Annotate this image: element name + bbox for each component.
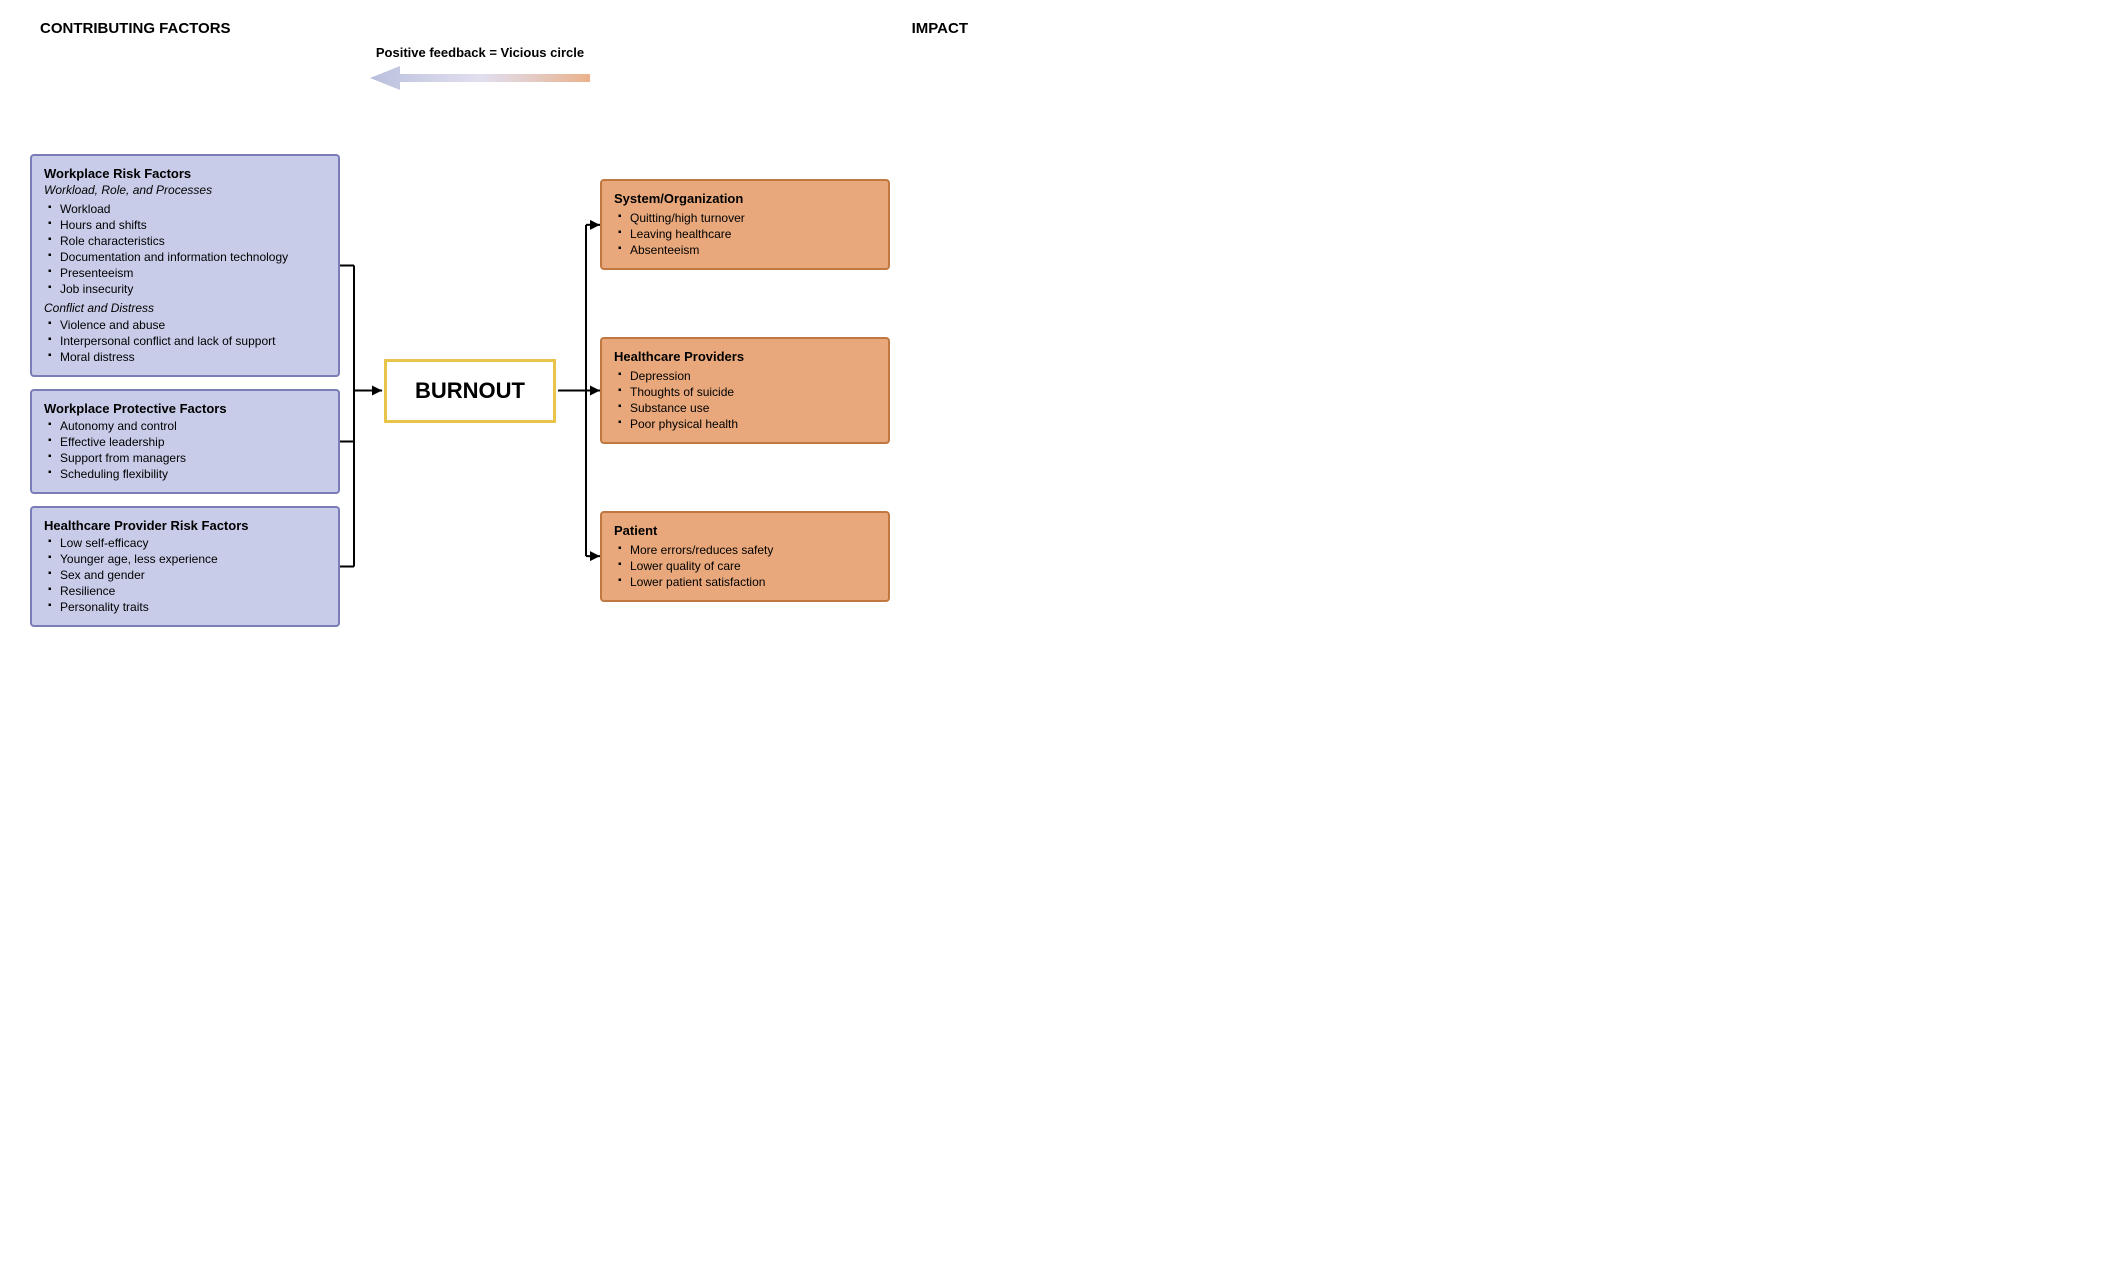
right-column: System/Organization Quitting/high turnov… [600,154,890,627]
workplace-risk-list2: Violence and abuse Interpersonal conflic… [44,317,326,365]
list-item: Moral distress [48,349,326,365]
workplace-risk-box: Workplace Risk Factors Workload, Role, a… [30,154,340,377]
workplace-risk-list1: Workload Hours and shifts Role character… [44,201,326,297]
list-item: Lower quality of care [618,558,876,574]
list-item: Poor physical health [618,416,876,432]
workplace-protective-title: Workplace Protective Factors [44,401,326,416]
list-item: Leaving healthcare [618,226,876,242]
impact-header: IMPACT [912,20,968,37]
list-item: Documentation and information technology [48,249,326,265]
list-item: Workload [48,201,326,217]
workplace-protective-list: Autonomy and control Effective leadershi… [44,418,326,482]
healthcare-providers-title: Healthcare Providers [614,349,876,364]
list-item: Support from managers [48,450,326,466]
left-column: Workplace Risk Factors Workload, Role, a… [30,154,340,627]
list-item: Substance use [618,400,876,416]
feedback-arrow-container: Positive feedback = Vicious circle [350,45,610,60]
list-item: Hours and shifts [48,217,326,233]
list-item: Violence and abuse [48,317,326,333]
list-item: Low self-efficacy [48,535,326,551]
list-item: Lower patient satisfaction [618,574,876,590]
patient-title: Patient [614,523,876,538]
healthcare-providers-list: Depression Thoughts of suicide Substance… [614,368,876,432]
list-item: Sex and gender [48,567,326,583]
burnout-label: BURNOUT [415,378,525,403]
list-item: Quitting/high turnover [618,210,876,226]
workplace-risk-subtitle1: Workload, Role, and Processes [44,183,326,197]
workplace-risk-subtitle2: Conflict and Distress [44,301,326,315]
list-item: Depression [618,368,876,384]
provider-risk-box: Healthcare Provider Risk Factors Low sel… [30,506,340,627]
list-item: Absenteeism [618,242,876,258]
list-item: Scheduling flexibility [48,466,326,482]
header-row: CONTRIBUTING FACTORS IMPACT [30,20,1028,37]
gradient-arrow-area [350,66,610,90]
middle-column: BURNOUT [340,154,600,627]
main-content: Workplace Risk Factors Workload, Role, a… [30,154,1028,627]
diagram-wrapper: CONTRIBUTING FACTORS IMPACT Positive fee… [30,20,1028,627]
contributing-factors-header: CONTRIBUTING FACTORS [40,20,231,37]
feedback-row: Positive feedback = Vicious circle [40,45,1028,60]
provider-risk-title: Healthcare Provider Risk Factors [44,518,326,533]
workplace-protective-box: Workplace Protective Factors Autonomy an… [30,389,340,494]
list-item: Effective leadership [48,434,326,450]
patient-box: Patient More errors/reduces safety Lower… [600,511,890,602]
list-item: Interpersonal conflict and lack of suppo… [48,333,326,349]
list-item: Personality traits [48,599,326,615]
list-item: More errors/reduces safety [618,542,876,558]
patient-list: More errors/reduces safety Lower quality… [614,542,876,590]
system-org-box: System/Organization Quitting/high turnov… [600,179,890,270]
healthcare-providers-box: Healthcare Providers Depression Thoughts… [600,337,890,444]
provider-risk-list: Low self-efficacy Younger age, less expe… [44,535,326,615]
list-item: Autonomy and control [48,418,326,434]
feedback-label: Positive feedback = Vicious circle [376,45,584,60]
list-item: Younger age, less experience [48,551,326,567]
list-item: Resilience [48,583,326,599]
list-item: Job insecurity [48,281,326,297]
gradient-arrow-svg [370,66,590,90]
system-org-title: System/Organization [614,191,876,206]
workplace-risk-title: Workplace Risk Factors [44,166,326,181]
list-item: Presenteeism [48,265,326,281]
gradient-arrow-row [40,66,1028,90]
system-org-list: Quitting/high turnover Leaving healthcar… [614,210,876,258]
list-item: Thoughts of suicide [618,384,876,400]
burnout-box: BURNOUT [384,359,556,423]
list-item: Role characteristics [48,233,326,249]
